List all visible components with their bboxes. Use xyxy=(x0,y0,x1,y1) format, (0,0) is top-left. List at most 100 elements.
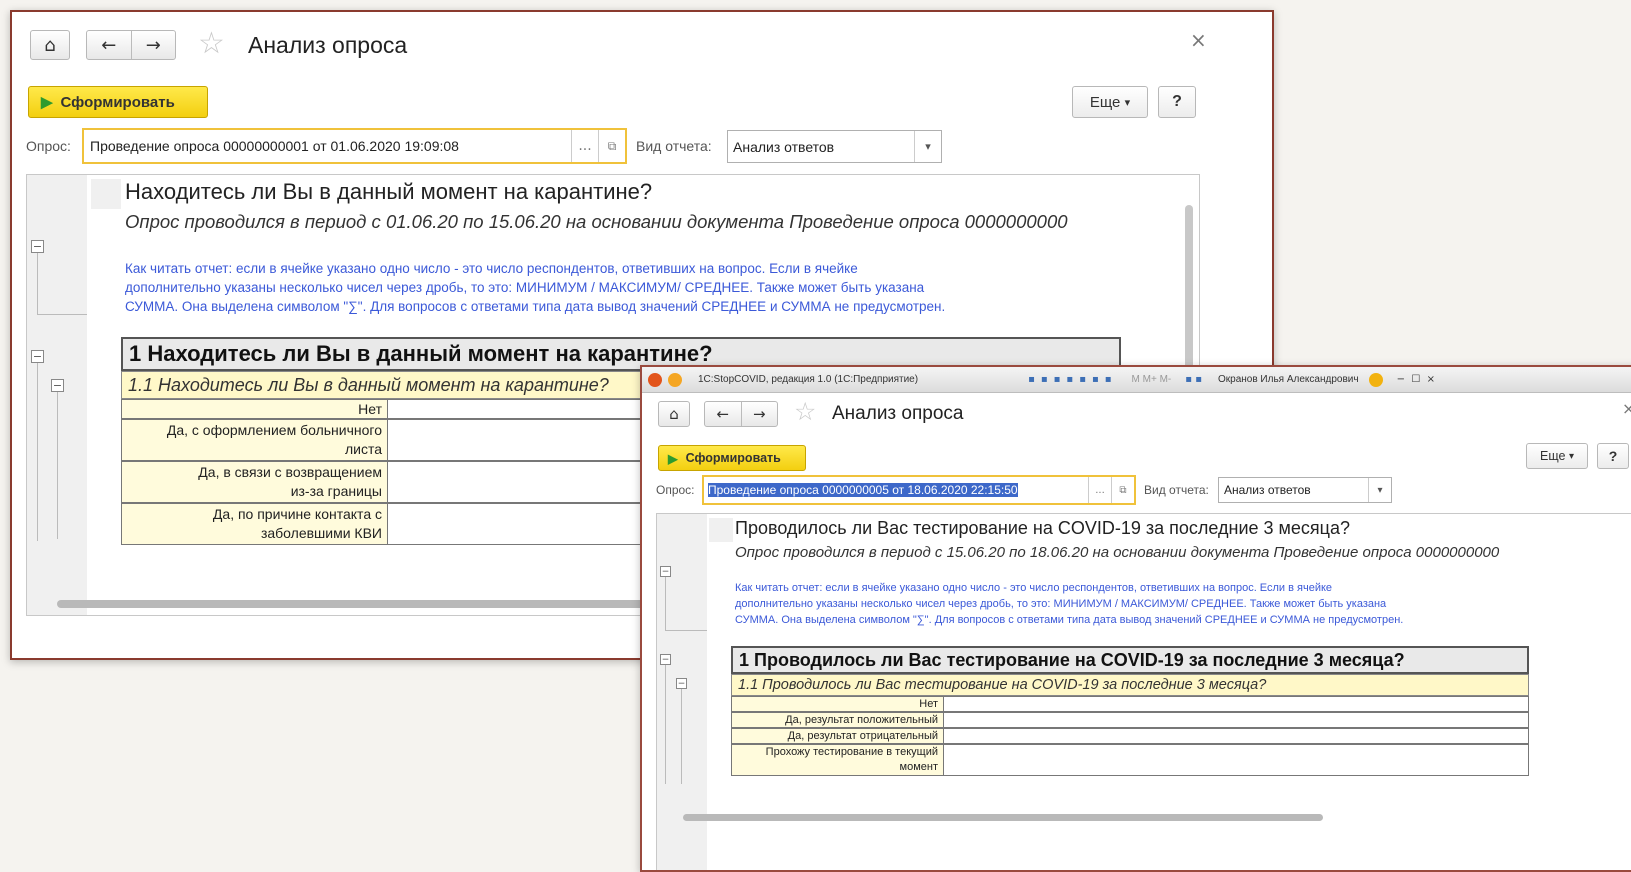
survey-field-value: Проведение опроса 0000000005 от 18.06.20… xyxy=(708,483,1018,497)
answer-text: Прохожу тестирование в текущий xyxy=(765,746,938,758)
ellipsis-button[interactable]: ... xyxy=(1088,477,1111,503)
tree-line xyxy=(665,574,666,630)
more-button[interactable]: Еще ▾ xyxy=(1072,86,1148,118)
report-type-label: Вид отчета: xyxy=(636,138,712,154)
report-type-select[interactable]: Анализ ответов ▾ xyxy=(727,130,942,163)
table-row: Нет xyxy=(731,696,1529,712)
collapse-group-icon[interactable]: − xyxy=(31,240,44,253)
tree-line xyxy=(37,250,38,315)
collapse-group-icon[interactable]: − xyxy=(31,350,44,363)
panel-icons[interactable]: ▪ ▪ xyxy=(1185,374,1202,385)
answer-text: Да, с оформлением больничного xyxy=(166,422,382,438)
chevron-down-icon: ▾ xyxy=(1568,450,1574,462)
home-button[interactable]: ⌂ xyxy=(30,30,70,60)
answer-cell: Нет xyxy=(122,400,388,418)
column-header-cell xyxy=(709,518,733,542)
info-line-3: СУММА. Она выделена символом "∑". Для во… xyxy=(735,614,1404,626)
collapse-group-icon[interactable]: − xyxy=(660,654,671,665)
answer-text: из-за границы xyxy=(290,483,382,499)
chevron-down-icon[interactable]: ▾ xyxy=(914,131,941,162)
menu-icon[interactable] xyxy=(668,372,682,387)
info-line-2: дополнительно указаны несколько чисел че… xyxy=(735,598,1387,610)
subsection-header: 1.1 Проводилось ли Вас тестирование на C… xyxy=(731,674,1529,696)
back-button[interactable]: ← xyxy=(87,31,132,59)
survey-label: Опрос: xyxy=(656,483,695,497)
generate-button[interactable]: ▶ Сформировать xyxy=(658,445,806,471)
question-title: Проводилось ли Вас тестирование на COVID… xyxy=(735,518,1351,538)
more-button-label: Еще xyxy=(1540,449,1566,463)
favorite-star-icon[interactable]: ☆ xyxy=(794,397,816,426)
play-icon: ▶ xyxy=(41,94,53,111)
forward-arrow-icon: → xyxy=(752,405,766,423)
survey-field[interactable]: Проведение опроса 00000000001 от 01.06.2… xyxy=(82,128,627,164)
user-name[interactable]: Окранов Илья Александрович xyxy=(1218,374,1359,385)
report-type-select[interactable]: Анализ ответов ▾ xyxy=(1218,477,1392,503)
open-link-icon[interactable]: ⧉ xyxy=(1111,477,1134,503)
close-icon[interactable]: × xyxy=(1622,399,1631,418)
generate-button-label: Сформировать xyxy=(60,93,175,111)
tree-line xyxy=(681,689,682,784)
tree-line xyxy=(57,389,58,539)
answer-cell: Да, результат положительный xyxy=(732,713,944,727)
info-icon[interactable] xyxy=(1368,372,1383,387)
survey-field-value: Проведение опроса 00000000001 от 01.06.2… xyxy=(90,138,459,154)
tree-line xyxy=(37,314,87,315)
open-link-icon[interactable]: ⧉ xyxy=(598,130,625,162)
table-row: Да, результат положительный xyxy=(731,712,1529,728)
value-cell xyxy=(944,713,1528,727)
back-arrow-icon: ← xyxy=(716,405,730,423)
table-row: Да, результат отрицательный xyxy=(731,728,1529,744)
answer-text: заболевшими КВИ xyxy=(260,525,382,541)
help-button[interactable]: ? xyxy=(1158,86,1196,118)
forward-button[interactable]: → xyxy=(742,402,778,426)
history-nav: ← → xyxy=(704,401,778,427)
report-type-label: Вид отчета: xyxy=(1144,483,1209,497)
back-button[interactable]: ← xyxy=(705,402,742,426)
window-controls[interactable]: − ☐ × xyxy=(1397,374,1435,385)
answer-text: листа xyxy=(344,441,382,457)
report-type-value: Анализ ответов xyxy=(733,138,835,155)
survey-field[interactable]: Проведение опроса 0000000005 от 18.06.20… xyxy=(702,475,1136,505)
answer-cell: Прохожу тестирование в текущий момент xyxy=(732,745,944,775)
generate-button-label: Сформировать xyxy=(685,451,781,465)
app-title: 1С:StopCOVID, редакция 1.0 (1С:Предприят… xyxy=(698,374,919,385)
question-subtitle: Опрос проводился в период с 01.06.20 по … xyxy=(125,211,1068,232)
window-title: Анализ опроса xyxy=(832,403,964,424)
back-arrow-icon: ← xyxy=(101,34,117,56)
vertical-scrollbar[interactable] xyxy=(1185,205,1193,380)
value-cell xyxy=(944,697,1528,711)
history-nav: ← → xyxy=(86,30,176,60)
answer-text: Нет xyxy=(919,698,938,710)
horizontal-scrollbar[interactable] xyxy=(683,814,1323,821)
answer-cell: Да, с оформлением больничного листа xyxy=(122,420,388,460)
more-button-label: Еще xyxy=(1089,93,1121,111)
app-title-bar: 1С:StopCOVID, редакция 1.0 (1С:Предприят… xyxy=(642,367,1631,393)
home-button[interactable]: ⌂ xyxy=(658,401,690,427)
value-cell xyxy=(944,729,1528,743)
column-header-cell xyxy=(91,179,121,209)
help-button[interactable]: ? xyxy=(1597,443,1629,469)
answer-text: Нет xyxy=(358,401,382,417)
memory-buttons[interactable]: M M+ M- xyxy=(1132,374,1172,385)
favorite-star-icon[interactable]: ☆ xyxy=(198,26,225,61)
info-line-3: СУММА. Она выделена символом "∑". Для во… xyxy=(125,299,946,314)
answer-text: Да, результат отрицательный xyxy=(787,730,938,742)
info-line-2: дополнительно указаны несколько чисел че… xyxy=(125,280,925,295)
forward-arrow-icon: → xyxy=(145,34,161,56)
tree-line xyxy=(665,664,666,784)
close-icon[interactable]: × xyxy=(1190,28,1207,52)
forward-button[interactable]: → xyxy=(132,31,176,59)
collapse-group-icon[interactable]: − xyxy=(660,566,671,577)
collapse-group-icon[interactable]: − xyxy=(676,678,687,689)
answer-cell: Да, по причине контакта с заболевшими КВ… xyxy=(122,504,388,544)
ellipsis-button[interactable]: ... xyxy=(571,130,598,162)
chevron-down-icon[interactable]: ▾ xyxy=(1368,478,1391,502)
answer-text: Да, по причине контакта с xyxy=(212,506,382,522)
more-button[interactable]: Еще ▾ xyxy=(1526,443,1588,469)
generate-button[interactable]: ▶ Сформировать xyxy=(28,86,208,118)
window-title: Анализ опроса xyxy=(248,32,408,58)
table-row: Прохожу тестирование в текущий момент xyxy=(731,744,1529,776)
home-icon: ⌂ xyxy=(669,405,679,423)
answer-cell: Да, результат отрицательный xyxy=(732,729,944,743)
collapse-group-icon[interactable]: − xyxy=(51,379,64,392)
